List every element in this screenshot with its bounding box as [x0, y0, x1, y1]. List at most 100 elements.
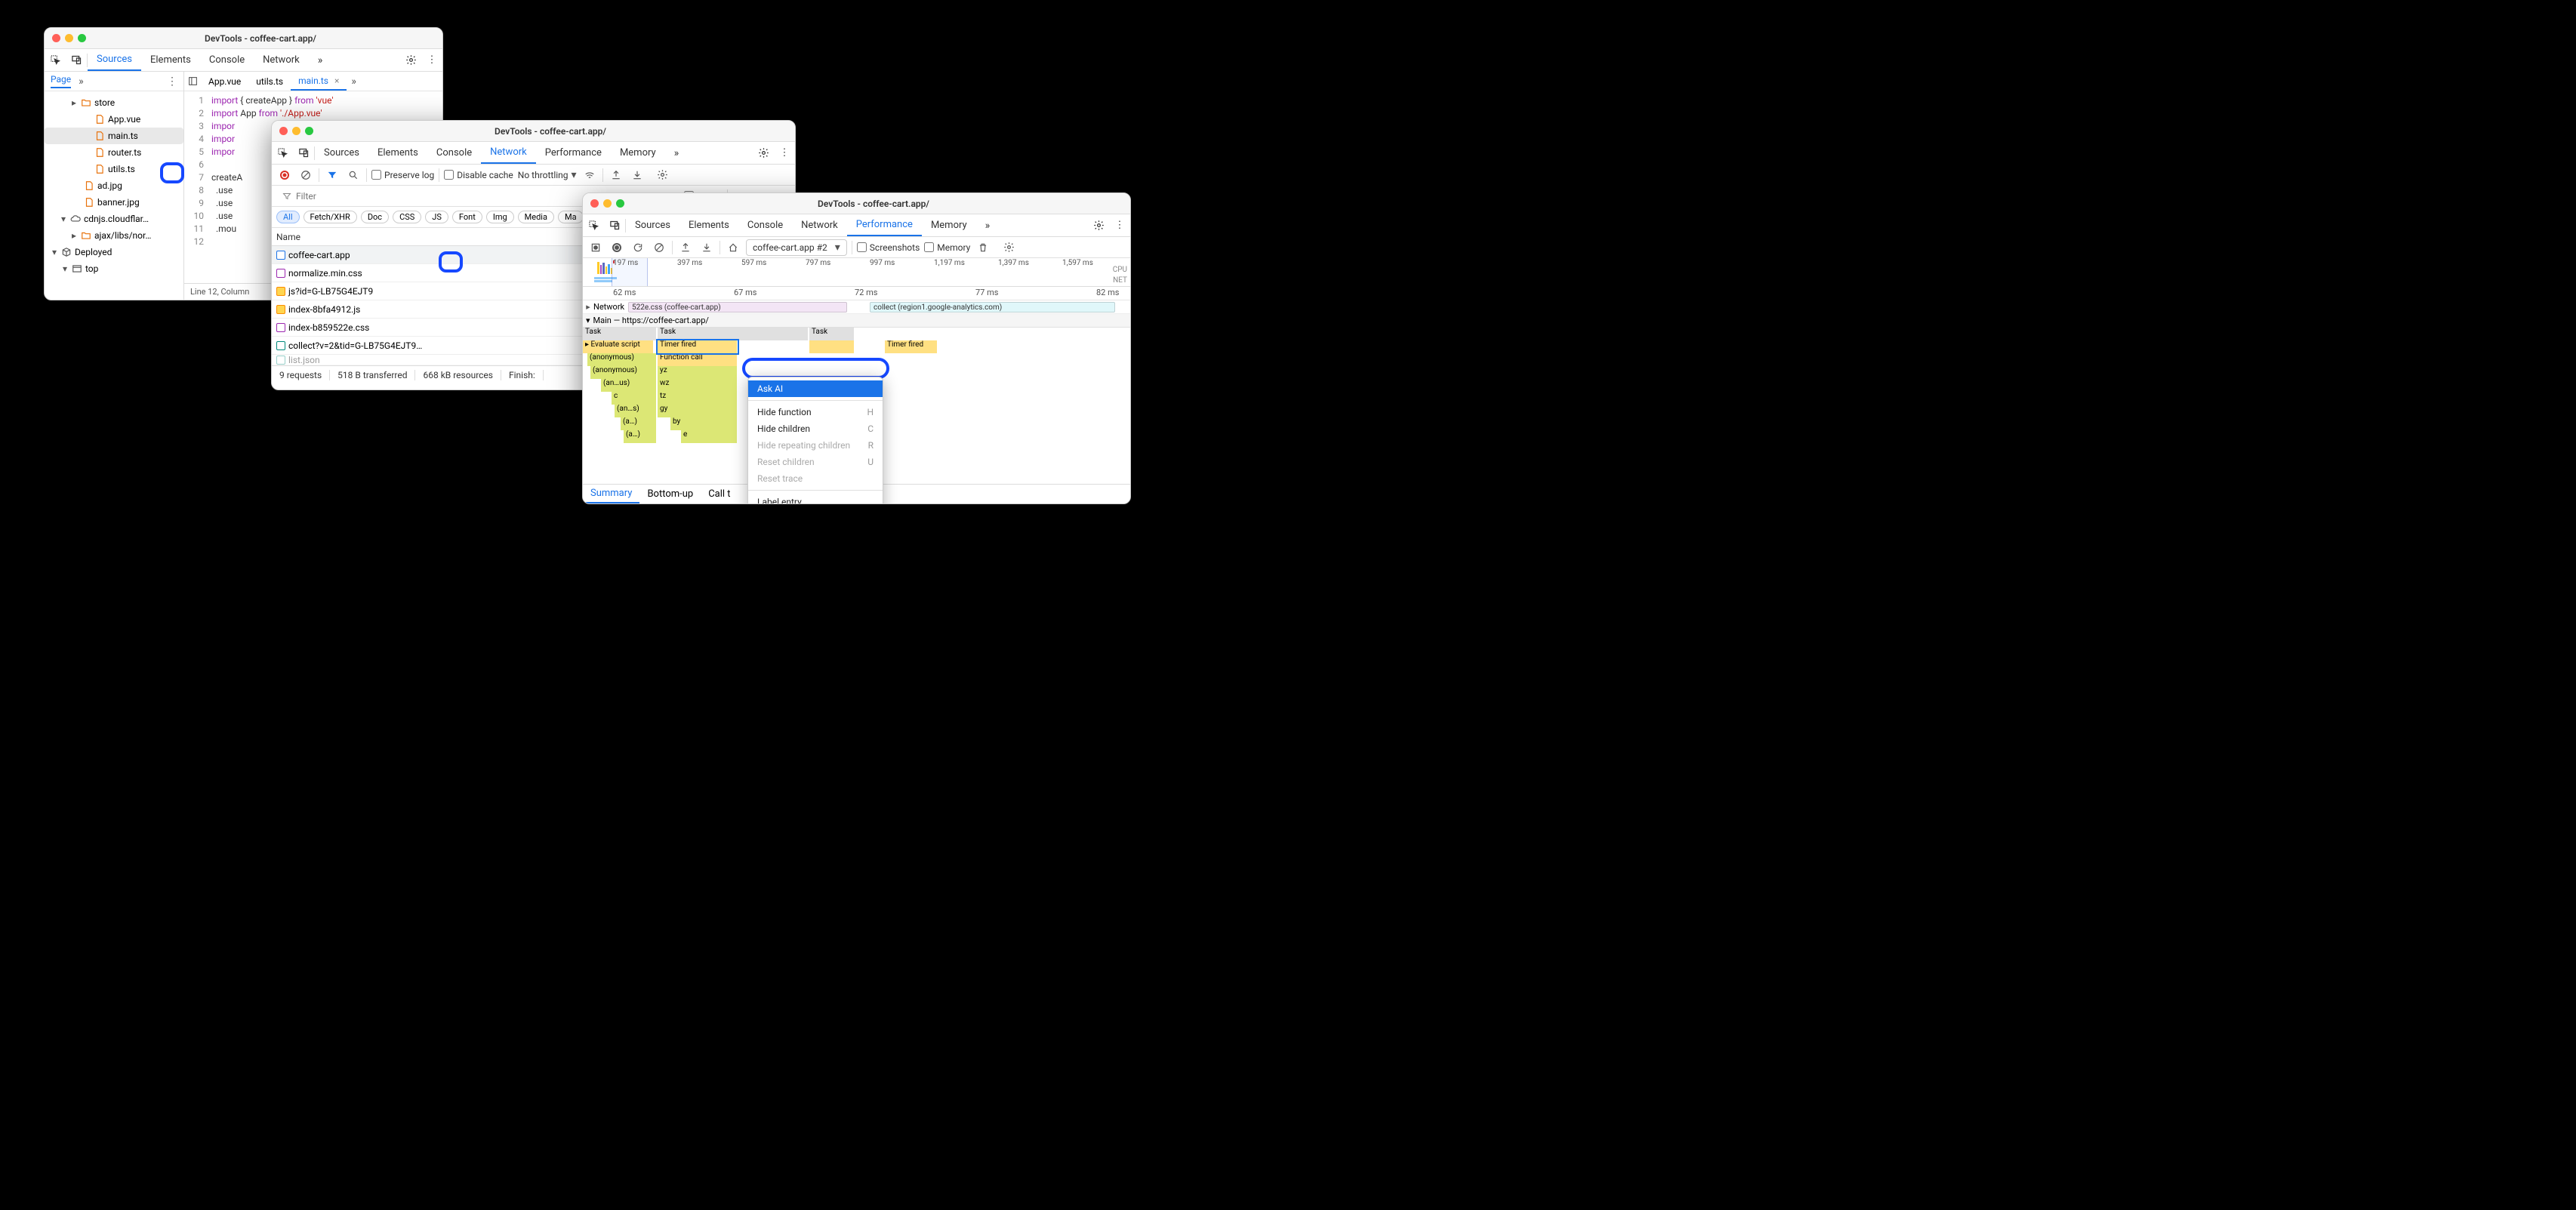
- flame-bar[interactable]: [809, 340, 855, 353]
- tab-network[interactable]: Network: [254, 49, 309, 71]
- tree-item[interactable]: ▾cdnjs.cloudflar…: [45, 211, 183, 227]
- flame-bar[interactable]: wz: [658, 379, 738, 392]
- preserve-log-checkbox[interactable]: Preserve log: [371, 170, 434, 180]
- record-icon[interactable]: [276, 167, 293, 183]
- home-icon[interactable]: [725, 239, 741, 256]
- tab-console[interactable]: Console: [200, 49, 254, 71]
- main-track-header[interactable]: ▾ Main — https://coffee-cart.app/: [583, 314, 1130, 328]
- filter-icon[interactable]: [324, 167, 340, 183]
- filter-pill[interactable]: Media: [518, 211, 554, 223]
- more-filetabs[interactable]: »: [351, 75, 356, 88]
- filter-pill[interactable]: CSS: [393, 211, 421, 223]
- gear-icon[interactable]: [1000, 239, 1017, 256]
- tab-sources[interactable]: Sources: [88, 49, 141, 71]
- close-icon[interactable]: [590, 199, 599, 208]
- tab-sources[interactable]: Sources: [626, 214, 679, 236]
- screenshots-checkbox[interactable]: Screenshots: [857, 242, 920, 253]
- wifi-icon[interactable]: [581, 167, 598, 183]
- recording-select[interactable]: coffee-cart.app #2 ▾: [746, 239, 847, 256]
- flame-bar[interactable]: Task: [658, 328, 809, 340]
- network-bar[interactable]: collect (region1.google-analytics.com): [870, 302, 1115, 313]
- tab-bottomup[interactable]: Bottom-up: [639, 485, 701, 503]
- time-ruler[interactable]: 62 ms67 ms72 ms77 ms82 ms: [583, 287, 1130, 300]
- tab-console[interactable]: Console: [738, 214, 792, 236]
- filter-pill[interactable]: Img: [486, 211, 514, 223]
- more-tabs[interactable]: »: [976, 214, 1000, 236]
- menu-item[interactable]: Ask AI: [748, 380, 883, 397]
- flame-bar[interactable]: Task: [809, 328, 855, 340]
- record-circle-icon[interactable]: [609, 239, 625, 256]
- tab-performance[interactable]: Performance: [536, 142, 611, 164]
- upload-icon[interactable]: [677, 239, 694, 256]
- flame-bar[interactable]: (a…): [624, 430, 657, 443]
- record-icon[interactable]: [587, 239, 604, 256]
- tab-elements[interactable]: Elements: [368, 142, 427, 164]
- download-icon[interactable]: [698, 239, 715, 256]
- reload-icon[interactable]: [630, 239, 646, 256]
- flame-bar[interactable]: gy: [658, 405, 738, 417]
- kebab-icon[interactable]: ⋮: [1109, 215, 1130, 236]
- tree-item[interactable]: ▸ajax/libs/nor…: [45, 227, 183, 244]
- tree-item[interactable]: ▾top: [45, 260, 183, 277]
- minimize-icon[interactable]: [292, 127, 300, 135]
- more-tabs[interactable]: »: [665, 142, 689, 164]
- clear-icon[interactable]: [297, 167, 314, 183]
- filetab-appvue[interactable]: App.vue: [201, 72, 248, 91]
- flame-bar[interactable]: Timer fired: [885, 340, 938, 353]
- gear-icon[interactable]: [400, 50, 421, 71]
- gear-icon[interactable]: [1088, 215, 1109, 236]
- tab-console[interactable]: Console: [427, 142, 481, 164]
- maximize-icon[interactable]: [78, 34, 86, 42]
- tree-item[interactable]: router.ts: [45, 144, 183, 161]
- tab-performance[interactable]: Performance: [847, 214, 922, 236]
- device-icon[interactable]: [604, 215, 625, 236]
- page-tab[interactable]: Page: [51, 74, 71, 88]
- navigator-icon[interactable]: [184, 73, 201, 90]
- kebab-icon[interactable]: ⋮: [421, 50, 442, 71]
- titlebar[interactable]: DevTools - coffee-cart.app/: [583, 193, 1130, 214]
- flame-bar[interactable]: ▸ Evaluate script: [583, 340, 654, 353]
- titlebar[interactable]: DevTools - coffee-cart.app/: [45, 28, 442, 49]
- expand-icon[interactable]: ▸: [583, 302, 593, 312]
- flame-bar[interactable]: (an…s): [615, 405, 657, 417]
- tab-network[interactable]: Network: [792, 214, 847, 236]
- tab-network[interactable]: Network: [481, 142, 536, 164]
- flame-bar[interactable]: Timer fired: [658, 340, 738, 353]
- filetab-utils[interactable]: utils.ts: [248, 72, 291, 91]
- tree-item[interactable]: utils.ts: [45, 161, 183, 177]
- tab-elements[interactable]: Elements: [141, 49, 200, 71]
- maximize-icon[interactable]: [616, 199, 624, 208]
- flame-bar[interactable]: e: [681, 430, 738, 443]
- kebab-icon[interactable]: ⋮: [774, 143, 795, 164]
- device-icon[interactable]: [66, 50, 87, 71]
- inspect-icon[interactable]: [272, 143, 293, 164]
- menu-item[interactable]: Hide childrenC: [748, 420, 883, 437]
- tree-item[interactable]: main.ts: [45, 128, 183, 144]
- search-icon[interactable]: [345, 167, 362, 183]
- filter-pill[interactable]: JS: [425, 211, 448, 223]
- filetab-main[interactable]: main.ts×: [291, 72, 347, 91]
- upload-icon[interactable]: [608, 167, 624, 183]
- filter-pill[interactable]: Doc: [361, 211, 389, 223]
- tree-item[interactable]: ▾Deployed: [45, 244, 183, 260]
- clear-icon[interactable]: [651, 239, 667, 256]
- context-menu[interactable]: Ask AIHide functionHHide childrenCHide r…: [747, 377, 883, 504]
- flame-bar[interactable]: by: [670, 417, 738, 430]
- tab-sources[interactable]: Sources: [315, 142, 368, 164]
- gear-icon[interactable]: [655, 167, 671, 183]
- flame-bar[interactable]: c: [612, 392, 657, 405]
- minimize-icon[interactable]: [65, 34, 73, 42]
- tree-item[interactable]: banner.jpg: [45, 194, 183, 211]
- tab-memory[interactable]: Memory: [611, 142, 665, 164]
- tab-memory[interactable]: Memory: [922, 214, 976, 236]
- more-sidetabs[interactable]: »: [79, 75, 84, 88]
- close-icon[interactable]: [279, 127, 288, 135]
- flame-bar[interactable]: (anonymous): [590, 366, 657, 379]
- inspect-icon[interactable]: [583, 215, 604, 236]
- flame-bar[interactable]: Task: [583, 328, 657, 340]
- titlebar[interactable]: DevTools - coffee-cart.app/: [272, 121, 795, 142]
- filter-pill[interactable]: Ma: [558, 211, 584, 223]
- close-icon[interactable]: [52, 34, 60, 42]
- memory-checkbox[interactable]: Memory: [924, 242, 970, 253]
- flame-bar[interactable]: tz: [658, 392, 738, 405]
